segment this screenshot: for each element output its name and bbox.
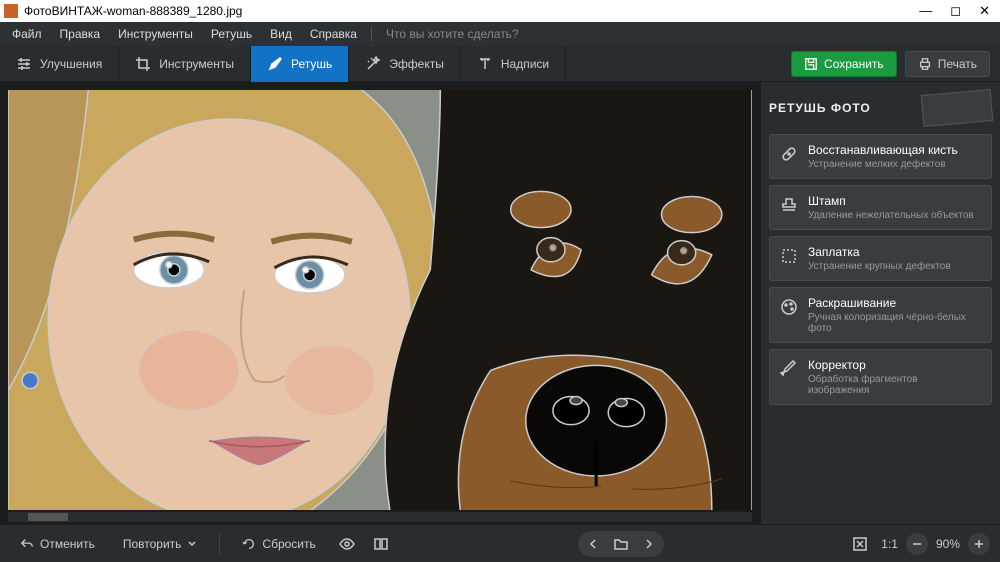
compare-toggle[interactable] <box>368 531 394 557</box>
undo-label: Отменить <box>40 537 95 551</box>
preview-toggle[interactable] <box>334 531 360 557</box>
tool-healing-brush[interactable]: Восстанавливающая кисть Устранение мелких… <box>769 134 992 179</box>
tool-stamp[interactable]: Штамп Удаление нежелательных объектов <box>769 185 992 230</box>
tab-retouch-label: Ретушь <box>291 57 332 71</box>
panel-title: РЕТУШЬ ФОТО <box>769 101 871 115</box>
zoom-percent: 90% <box>936 537 960 551</box>
zoom-out-button[interactable] <box>906 533 928 555</box>
side-panel-header: РЕТУШЬ ФОТО <box>769 90 992 126</box>
tab-text-label: Надписи <box>501 57 549 71</box>
scrollbar-thumb[interactable] <box>28 513 68 521</box>
menu-file[interactable]: Файл <box>4 24 50 44</box>
tool-corrector[interactable]: Корректор Обработка фрагментов изображени… <box>769 349 992 405</box>
tool-title: Штамп <box>808 194 974 208</box>
folder-icon <box>614 538 628 550</box>
maximize-button[interactable]: ◻ <box>950 3 961 19</box>
bandage-icon <box>780 145 798 163</box>
main-area: РЕТУШЬ ФОТО Восстанавливающая кисть Устра… <box>0 82 1000 524</box>
print-button[interactable]: Печать <box>905 51 990 77</box>
menu-search[interactable]: Что вы хотите сделать? <box>378 24 527 44</box>
stamp-icon <box>780 196 798 214</box>
menu-edit[interactable]: Правка <box>52 24 109 44</box>
tool-desc: Устранение мелких дефектов <box>808 159 958 170</box>
pen-icon <box>780 360 798 378</box>
next-image-button[interactable] <box>636 533 662 555</box>
text-icon <box>477 56 493 72</box>
menubar: Файл Правка Инструменты Ретушь Вид Справ… <box>0 22 1000 46</box>
tool-desc: Ручная колоризация чёрно-белых фото <box>808 312 981 334</box>
compare-icon <box>373 536 389 552</box>
crop-icon <box>135 56 151 72</box>
menu-retouch[interactable]: Ретушь <box>203 24 260 44</box>
tool-title: Корректор <box>808 358 981 372</box>
redo-label: Повторить <box>123 537 182 551</box>
wand-icon <box>365 56 381 72</box>
tab-text[interactable]: Надписи <box>461 46 566 82</box>
menu-view[interactable]: Вид <box>262 24 300 44</box>
fit-icon <box>852 536 868 552</box>
close-button[interactable]: ✕ <box>979 3 990 19</box>
window-title-file: woman-888389_1280.jpg <box>107 4 242 18</box>
tool-desc: Устранение крупных дефектов <box>808 261 951 272</box>
reset-label: Сбросить <box>262 537 315 551</box>
open-folder-button[interactable] <box>608 533 634 555</box>
palette-icon <box>780 298 798 316</box>
main-toolbar: Улучшения Инструменты Ретушь Эффекты Над… <box>0 46 1000 82</box>
app-icon <box>4 4 18 18</box>
bottom-bar: Отменить Повторить Сбросить 1:1 90% <box>0 524 1000 562</box>
tool-colorize[interactable]: Раскрашивание Ручная колоризация чёрно-бе… <box>769 287 992 343</box>
tool-title: Восстанавливающая кисть <box>808 143 958 157</box>
tab-tools[interactable]: Инструменты <box>119 46 251 82</box>
zoom-ratio[interactable]: 1:1 <box>881 537 898 551</box>
panel-preview-thumb <box>921 89 994 127</box>
titlebar: ФотоВИНТАЖ - woman-888389_1280.jpg — ◻ ✕ <box>0 0 1000 22</box>
save-icon <box>804 57 818 71</box>
minimize-button[interactable]: — <box>919 3 932 19</box>
eye-icon <box>339 536 355 552</box>
menu-help[interactable]: Справка <box>302 24 365 44</box>
redo-button[interactable]: Повторить <box>113 531 208 557</box>
fit-screen-button[interactable] <box>847 531 873 557</box>
tool-title: Заплатка <box>808 245 951 259</box>
reset-icon <box>242 537 256 551</box>
print-button-label: Печать <box>938 57 977 71</box>
brush-icon <box>267 56 283 72</box>
nav-group <box>578 531 664 557</box>
chevron-down-icon <box>187 539 197 549</box>
image-canvas[interactable] <box>8 90 752 510</box>
zoom-in-button[interactable] <box>968 533 990 555</box>
plus-icon <box>973 538 985 550</box>
tab-enhance-label: Улучшения <box>40 57 102 71</box>
prev-image-button[interactable] <box>580 533 606 555</box>
patch-icon <box>780 247 798 265</box>
tab-effects[interactable]: Эффекты <box>349 46 461 82</box>
photo-content <box>8 90 752 510</box>
tab-tools-label: Инструменты <box>159 57 234 71</box>
window-title-app: ФотоВИНТАЖ <box>24 4 103 18</box>
canvas-area <box>0 82 760 524</box>
tool-desc: Удаление нежелательных объектов <box>808 210 974 221</box>
sliders-icon <box>16 56 32 72</box>
tab-effects-label: Эффекты <box>389 57 444 71</box>
undo-icon <box>20 537 34 551</box>
menu-tools[interactable]: Инструменты <box>110 24 201 44</box>
tool-patch[interactable]: Заплатка Устранение крупных дефектов <box>769 236 992 281</box>
chevron-right-icon <box>643 538 655 550</box>
separator <box>219 534 220 554</box>
save-button[interactable]: Сохранить <box>791 51 897 77</box>
save-button-label: Сохранить <box>824 57 884 71</box>
menu-separator <box>371 27 372 41</box>
tab-enhance[interactable]: Улучшения <box>0 46 119 82</box>
side-panel: РЕТУШЬ ФОТО Восстанавливающая кисть Устра… <box>760 82 1000 524</box>
reset-button[interactable]: Сбросить <box>232 531 325 557</box>
tool-title: Раскрашивание <box>808 296 981 310</box>
minus-icon <box>911 538 923 550</box>
tool-desc: Обработка фрагментов изображения <box>808 374 981 396</box>
undo-button[interactable]: Отменить <box>10 531 105 557</box>
chevron-left-icon <box>587 538 599 550</box>
tab-retouch[interactable]: Ретушь <box>251 46 349 82</box>
horizontal-scrollbar[interactable] <box>8 512 752 522</box>
print-icon <box>918 57 932 71</box>
